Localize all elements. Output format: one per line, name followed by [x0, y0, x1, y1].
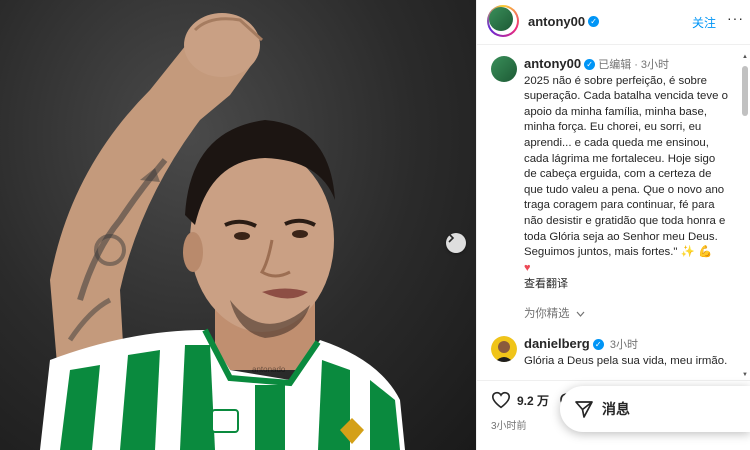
like-heart-icon[interactable] — [491, 391, 511, 409]
divider — [477, 380, 750, 381]
caption-block: antony00 ✓ 已编辑 · 3小时 2025 não é sobre perfe… — [524, 56, 729, 293]
red-heart-emoji: ♥ — [524, 261, 531, 274]
caption-avatar[interactable] — [491, 56, 517, 82]
next-photo-button[interactable] — [446, 233, 466, 253]
photo-illustration — [40, 13, 405, 450]
caption-username[interactable]: antony00 — [524, 56, 581, 71]
caption-time: 3小时 — [640, 59, 670, 71]
comment-avatar[interactable] — [491, 336, 517, 362]
scrollbar-thumb[interactable] — [742, 66, 748, 116]
scroll-up-arrow-icon[interactable]: ▲ — [742, 54, 748, 60]
like-count: 9.2 万 — [517, 393, 550, 408]
post-photo: antonado — [0, 0, 476, 450]
scroll-down-arrow-icon[interactable]: ▼ — [742, 372, 748, 378]
paper-plane-icon — [575, 401, 593, 418]
post-side-panel: antony00 ✓ 关注 ··· antony00 ✓ 已编辑 · 3小时 2025 … — [476, 0, 750, 450]
post-timestamp: 3小时前 — [491, 421, 527, 432]
header-username[interactable]: antony00 — [528, 14, 585, 29]
more-options-icon[interactable]: ··· — [727, 10, 744, 26]
person-avatar-icon — [491, 336, 517, 362]
messages-label: 消息 — [602, 401, 630, 417]
verified-icon: ✓ — [588, 16, 600, 28]
verified-icon: ✓ — [584, 59, 596, 71]
top-comments-label: 为你精选 — [524, 308, 570, 320]
comment-block: danielberg ✓ 3小时 Glória a Deus pela sua v… — [524, 336, 734, 369]
scrollbar[interactable]: ▲ ▼ — [742, 54, 748, 378]
top-comments-toggle[interactable]: 为你精选 — [524, 305, 585, 321]
comment-text: Glória a Deus pela sua vida, meu irmão. — [524, 354, 728, 367]
caption-text: 2025 não é sobre perfeição, é sobre supe… — [524, 74, 728, 259]
verified-icon: ✓ — [592, 339, 604, 351]
header-avatar[interactable] — [487, 5, 519, 37]
caption-meta: 已编辑 · 3小时 — [598, 59, 670, 71]
comment-username[interactable]: danielberg — [524, 336, 590, 351]
header-user: antony00 ✓ — [528, 13, 600, 31]
see-translation-link[interactable]: 查看翻译 — [524, 277, 729, 293]
post-header: antony00 ✓ 关注 ··· — [477, 0, 750, 45]
chevron-down-icon — [576, 311, 585, 317]
photo-watermark: antonado — [252, 365, 286, 374]
chevron-right-icon — [448, 233, 455, 243]
follow-button[interactable]: 关注 — [692, 14, 716, 31]
comment-time: 3小时 — [609, 339, 639, 351]
edited-label: 已编辑 — [598, 59, 632, 71]
messages-button[interactable]: 消息 — [560, 386, 750, 432]
